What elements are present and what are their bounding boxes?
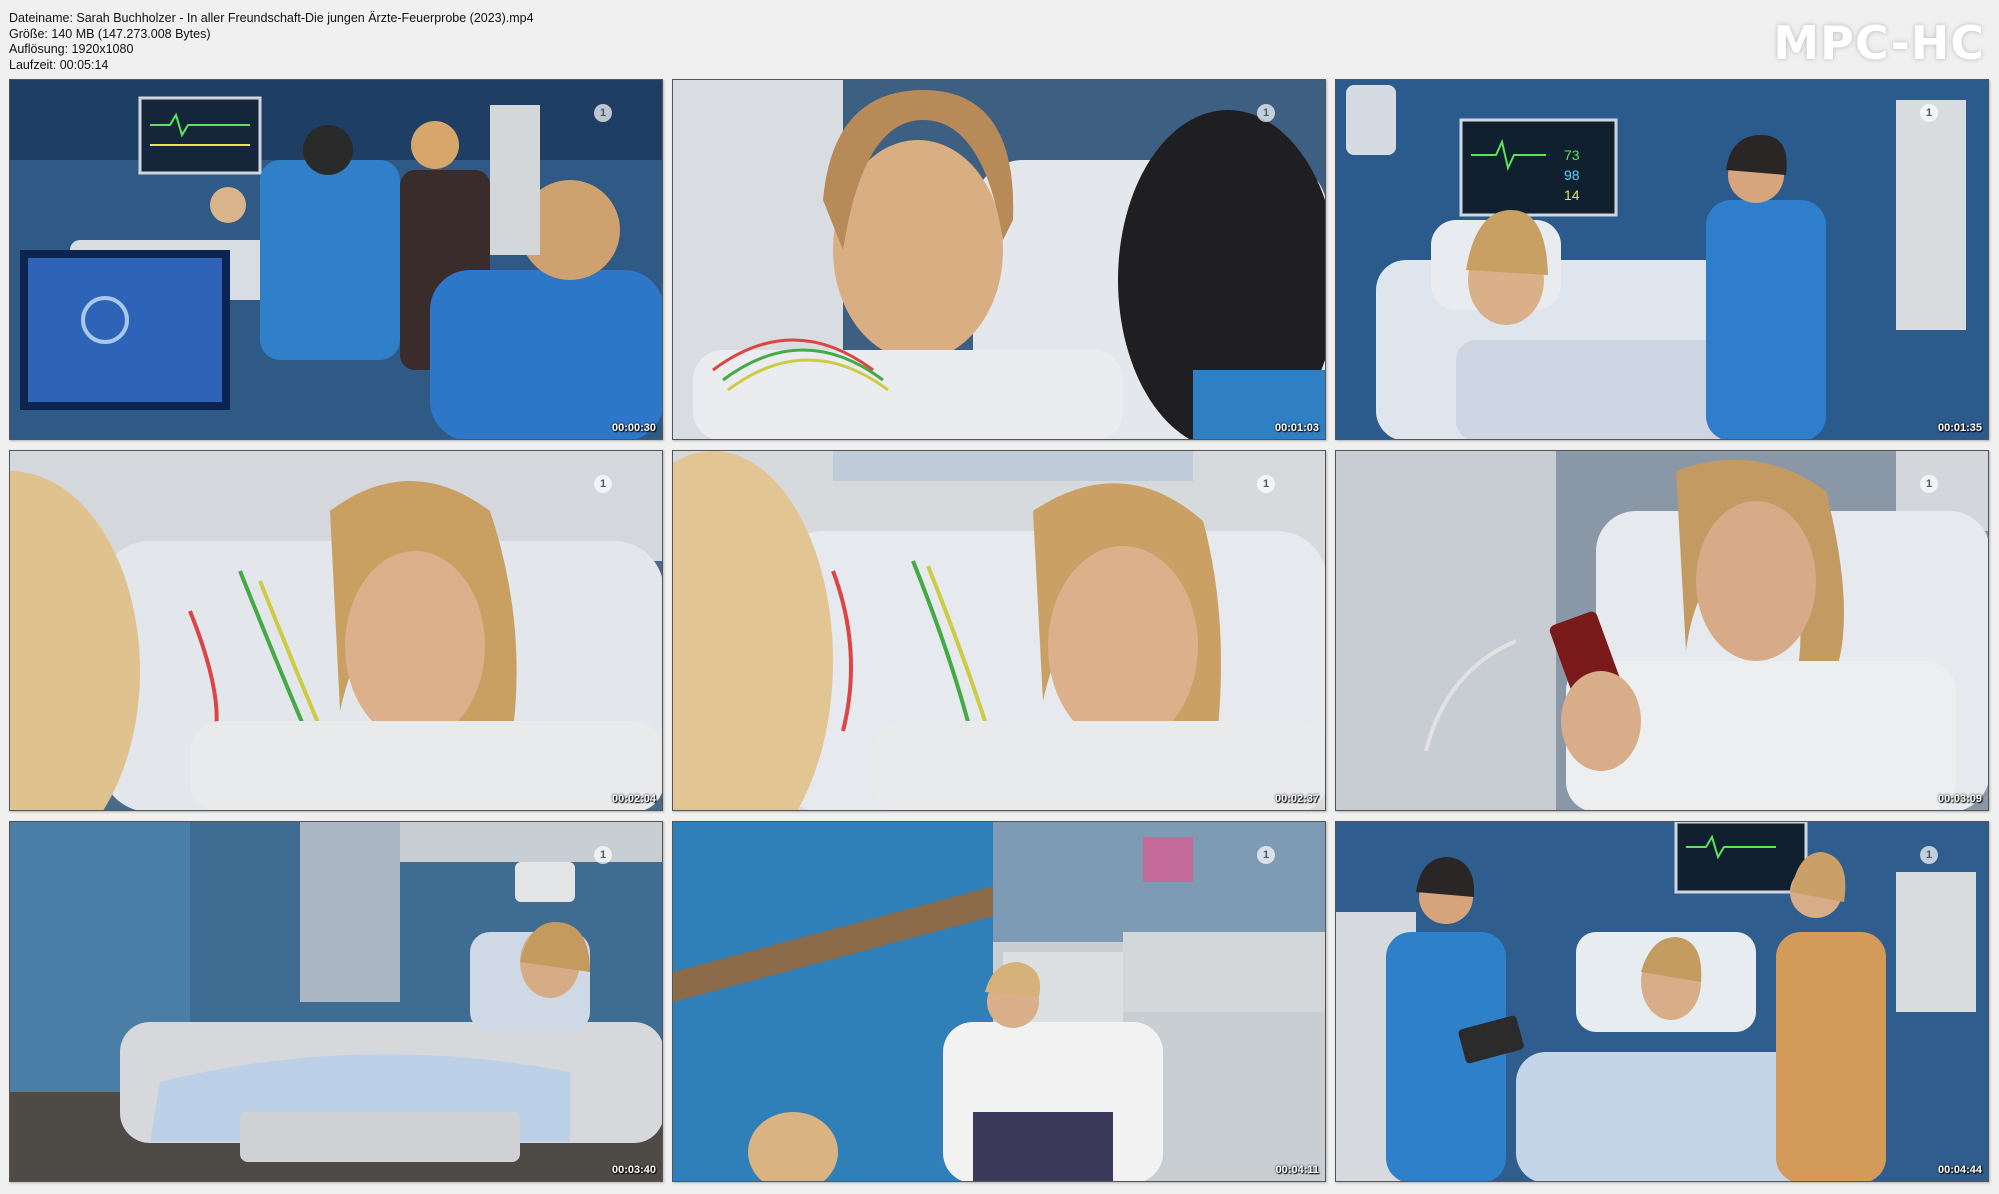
svg-text:98: 98 (1564, 167, 1580, 183)
channel-logo: 1 (594, 104, 612, 122)
channel-logo: 1 (594, 475, 612, 493)
scene-image (10, 822, 662, 1181)
thumbnail: 1 00:01:03 (672, 79, 1326, 440)
thumbnail: 1 00:03:09 (1335, 450, 1989, 811)
file-name: Dateiname: Sarah Buchholzer - In aller F… (9, 11, 534, 25)
file-resolution: Auflösung: 1920x1080 (9, 42, 134, 57)
timestamp: 00:00:30 (611, 422, 656, 434)
timestamp: 00:01:03 (1274, 422, 1319, 434)
scene-image (673, 822, 1325, 1181)
timestamp: 00:04:11 (1275, 1164, 1319, 1176)
timestamp: 00:03:09 (1937, 793, 1982, 805)
thumbnail: 1 00:04:44 (1335, 821, 1989, 1182)
scene-image (673, 80, 1325, 439)
channel-logo: 1 (594, 846, 612, 864)
file-size: Größe: 140 MB (147.273.008 Bytes) (9, 26, 211, 41)
scene-image (10, 451, 662, 810)
mpc-hc-logo: MPC-HC (1773, 16, 1985, 70)
timestamp: 00:04:44 (1937, 1164, 1982, 1176)
channel-logo: 1 (1920, 846, 1938, 864)
channel-logo: 1 (1257, 475, 1275, 493)
channel-logo: 1 (1920, 104, 1938, 122)
scene-image (673, 451, 1325, 810)
timestamp: 00:01:35 (1937, 422, 1982, 434)
scene-image (1336, 822, 1988, 1181)
scene-image (10, 80, 662, 439)
thumbnail: 1 00:00:30 (9, 79, 663, 440)
thumbnail: 73 98 14 1 00:01:35 (1335, 79, 1989, 440)
channel-logo: 1 (1257, 846, 1275, 864)
svg-text:73: 73 (1564, 147, 1580, 163)
thumbnail: 1 00:02:04 (9, 450, 663, 811)
thumbnail: 1 00:04:11 (672, 821, 1326, 1182)
thumbnail: 1 00:03:40 (9, 821, 663, 1182)
channel-logo: 1 (1920, 475, 1938, 493)
channel-logo: 1 (1257, 104, 1275, 122)
timestamp: 00:02:37 (1274, 793, 1319, 805)
thumbnail: 1 00:02:37 (672, 450, 1326, 811)
timestamp: 00:02:04 (611, 793, 656, 805)
file-info: Dateiname: Sarah Buchholzer - In aller F… (9, 11, 534, 73)
scene-image: 73 98 14 (1336, 80, 1988, 439)
svg-text:14: 14 (1564, 187, 1580, 203)
timestamp: 00:03:40 (611, 1164, 656, 1176)
scene-image (1336, 451, 1988, 810)
file-duration: Laufzeit: 00:05:14 (9, 57, 109, 72)
